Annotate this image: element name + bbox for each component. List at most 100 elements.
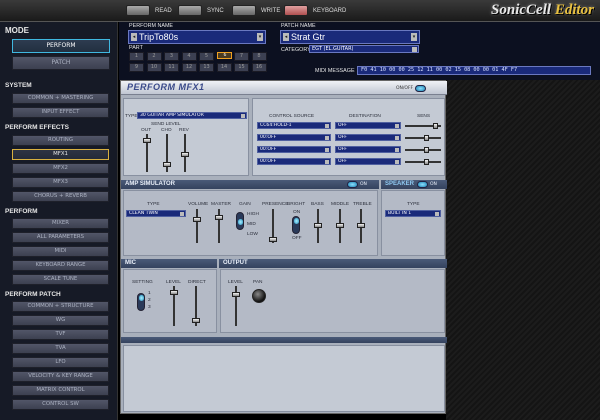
sens-slider-4[interactable] [405, 159, 441, 165]
amp-on-toggle[interactable]: ON [347, 181, 369, 188]
sidebar-item-scale-tune[interactable]: SCALE TUNE [12, 274, 109, 285]
sidebar-item-mfx1[interactable]: MFX1 [12, 149, 109, 160]
mic-setting-switch[interactable] [137, 293, 145, 311]
mfx-type-select[interactable]: 30 GUITAR AMP SIMULATOR [137, 112, 247, 119]
sidebar-item-common-structure[interactable]: COMMON + STRUCTURE [12, 301, 109, 312]
out-fader[interactable] [143, 134, 151, 172]
part-button-7[interactable]: 7 [234, 52, 249, 61]
control-source-select-2[interactable]: 00:OFF [257, 134, 331, 141]
slider-handle[interactable] [424, 159, 429, 165]
part-button-1[interactable]: 1 [129, 52, 144, 61]
part-button-11[interactable]: 11 [164, 63, 179, 72]
pan-knob[interactable] [252, 289, 266, 303]
patch-name-field[interactable]: ◂ Strat Gtr ▾ [280, 30, 420, 44]
keyboard-button[interactable]: KEYBOARD [284, 4, 346, 17]
mfx-onoff-toggle[interactable]: ON/OFF [396, 85, 427, 92]
control-source-select-4[interactable]: 00:OFF [257, 158, 331, 165]
write-button[interactable]: WRITE [232, 4, 280, 17]
part-button-9[interactable]: 9 [129, 63, 144, 72]
sidebar-item-matrix-control[interactable]: MATRIX CONTROL [12, 385, 109, 396]
fader-handle[interactable] [143, 138, 151, 143]
part-button-10[interactable]: 10 [146, 63, 162, 72]
fader-handle[interactable] [314, 223, 322, 228]
mic-direct-fader[interactable] [192, 286, 200, 326]
part-button-6[interactable]: 6 [216, 52, 232, 59]
part-button-4[interactable]: 4 [181, 52, 197, 61]
bright-switch[interactable] [292, 216, 300, 234]
part-button-2[interactable]: 2 [146, 52, 162, 61]
sidebar-item-control-sw[interactable]: CONTROL SW [12, 399, 109, 410]
destination-select-4[interactable]: OFF [335, 158, 401, 165]
gain-switch[interactable] [236, 212, 244, 230]
part-button-14[interactable]: 14 [216, 63, 232, 72]
sens-slider-1[interactable] [405, 123, 441, 129]
mode-perform-button[interactable]: PERFORM [12, 39, 110, 53]
presence-fader[interactable] [269, 209, 277, 243]
fader-handle[interactable] [192, 318, 200, 323]
sidebar-item-mfx2[interactable]: MFX2 [12, 163, 109, 174]
fader-handle[interactable] [181, 152, 189, 157]
sidebar-item-midi[interactable]: MIDI [12, 246, 109, 257]
sidebar-item-input-effect[interactable]: INPUT EFFECT [12, 107, 109, 118]
volume-fader[interactable] [193, 209, 201, 243]
sidebar-item-all-parameters[interactable]: ALL PARAMETERS [12, 232, 109, 243]
slider-handle[interactable] [424, 147, 429, 153]
sidebar-item-lfo[interactable]: LFO [12, 357, 109, 368]
read-button[interactable]: READ [126, 4, 172, 17]
sidebar-item-routing[interactable]: ROUTING [12, 135, 109, 146]
part-button-8[interactable]: 8 [251, 52, 267, 61]
cho-fader[interactable] [163, 134, 171, 172]
master-fader[interactable] [215, 209, 223, 243]
fader-handle[interactable] [170, 290, 178, 295]
fader-handle[interactable] [163, 162, 171, 167]
sidebar-item-wg[interactable]: WG [12, 315, 109, 326]
fader-handle[interactable] [215, 215, 223, 220]
fader-handle[interactable] [232, 292, 240, 297]
sidebar-item-tva[interactable]: TVA [12, 343, 109, 354]
sidebar-item-velocity-key-range[interactable]: VELOCITY & KEY RANGE [12, 371, 109, 382]
prev-arrow-icon[interactable]: ◂ [131, 33, 137, 41]
part-button-5[interactable]: 5 [199, 52, 214, 61]
part-button-16[interactable]: 16 [251, 63, 267, 72]
treble-fader[interactable] [357, 209, 365, 243]
category-select[interactable]: EGT (EL.GUITAR) [309, 45, 419, 53]
mode-patch-button[interactable]: PATCH [12, 56, 110, 70]
fader-handle[interactable] [269, 237, 277, 242]
sidebar-item-mfx3[interactable]: MFX3 [12, 177, 109, 188]
part-button-13[interactable]: 13 [199, 63, 214, 72]
speaker-type-select[interactable]: BUILT IN 1 [385, 210, 441, 217]
fader-handle[interactable] [193, 217, 201, 222]
sidebar-item-mixer[interactable]: MIXER [12, 218, 109, 229]
dropdown-arrow-icon[interactable]: ▾ [411, 33, 417, 41]
perform-name-field[interactable]: ◂ TripTo80s ▾ [128, 30, 266, 44]
part-button-12[interactable]: 12 [181, 63, 197, 72]
output-level-fader[interactable] [232, 286, 240, 326]
slider-handle[interactable] [424, 135, 429, 141]
destination-select-1[interactable]: OFF [335, 122, 401, 129]
fader-handle[interactable] [357, 223, 365, 228]
part-button-15[interactable]: 15 [234, 63, 249, 72]
part-button-3[interactable]: 3 [164, 52, 179, 61]
control-source-select-3[interactable]: 00:OFF [257, 146, 331, 153]
prev-arrow-icon[interactable]: ◂ [283, 33, 289, 41]
sync-button[interactable]: SYNC [178, 4, 224, 17]
sens-slider-3[interactable] [405, 147, 441, 153]
mic-level-fader[interactable] [170, 286, 178, 326]
fader-handle[interactable] [336, 223, 344, 228]
amp-type-select[interactable]: CLEAN TWIN [126, 210, 186, 217]
speaker-on-toggle[interactable]: ON [417, 181, 439, 188]
sens-slider-2[interactable] [405, 135, 441, 141]
sidebar-item-keyboard-range[interactable]: KEYBOARD RANGE [12, 260, 109, 271]
destination-select-3[interactable]: OFF [335, 146, 401, 153]
bass-fader[interactable] [314, 209, 322, 243]
slider-handle[interactable] [433, 123, 438, 129]
rev-fader[interactable] [181, 134, 189, 172]
middle-fader[interactable] [336, 209, 344, 243]
dropdown-arrow-icon[interactable]: ▾ [257, 33, 263, 41]
sidebar-item-common-mastering[interactable]: COMMON + MASTERING [12, 93, 109, 104]
destination-select-2[interactable]: OFF [335, 134, 401, 141]
gain-label: GAIN [239, 202, 251, 207]
control-source-select-1[interactable]: CC64:HOLD-1 [257, 122, 331, 129]
sidebar-item-tvf[interactable]: TVF [12, 329, 109, 340]
sidebar-item-chorus-reverb[interactable]: CHORUS + REVERB [12, 191, 109, 202]
